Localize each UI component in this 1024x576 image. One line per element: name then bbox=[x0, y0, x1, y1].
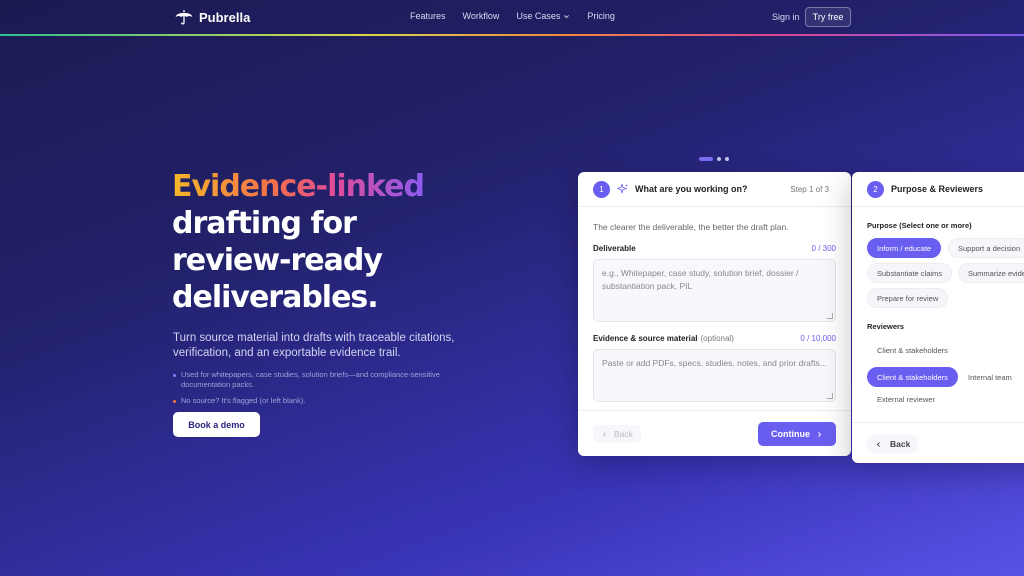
chevron-down-icon bbox=[564, 14, 570, 18]
carousel-dot[interactable] bbox=[717, 157, 721, 161]
bullet-dot bbox=[173, 400, 176, 403]
reviewer-chip-client-selected[interactable]: Client & stakeholders bbox=[867, 367, 958, 387]
back-button[interactable]: Back bbox=[867, 435, 919, 453]
nav-link-features[interactable]: Features bbox=[410, 11, 446, 21]
evidence-label: Evidence & source material (optional) bbox=[593, 334, 734, 343]
nav-links: Features Workflow Use Cases Pricing bbox=[410, 11, 615, 21]
brand-name: Pubrella bbox=[199, 9, 251, 25]
try-free-button[interactable]: Try free bbox=[805, 7, 851, 27]
back-label: Back bbox=[890, 439, 911, 449]
evidence-optional-tag: (optional) bbox=[700, 334, 734, 343]
reviewers-label: Reviewers bbox=[867, 322, 905, 331]
nav-link-workflow[interactable]: Workflow bbox=[463, 11, 500, 21]
hero-bullets: Used for whitepapers, case studies, solu… bbox=[173, 370, 473, 412]
step-1-header: 1 What are you working on? Step 1 of 3 bbox=[578, 172, 851, 207]
top-nav: Pubrella Features Workflow Use Cases Pri… bbox=[0, 0, 1024, 34]
bullet-item: Used for whitepapers, case studies, solu… bbox=[173, 370, 473, 390]
carousel-dot-active[interactable] bbox=[699, 157, 713, 161]
step-number-badge: 1 bbox=[593, 180, 610, 198]
nav-link-pricing[interactable]: Pricing bbox=[587, 11, 615, 21]
carousel-indicator bbox=[699, 157, 729, 161]
carousel-dot[interactable] bbox=[725, 157, 729, 161]
deliverable-placeholder: e.g., Whitepaper, case study, solution b… bbox=[602, 268, 799, 291]
bullet-item: No source? It's flagged (or left blank). bbox=[173, 396, 473, 406]
chevron-left-icon bbox=[876, 441, 880, 447]
purpose-chip-inform[interactable]: Inform / educate bbox=[867, 238, 942, 258]
evidence-label-text: Evidence & source material bbox=[593, 334, 698, 343]
umbrella-icon bbox=[175, 10, 193, 25]
reviewer-chip-client[interactable]: Client & stakeholders bbox=[867, 340, 958, 360]
hero-title-line: deliverables. bbox=[172, 280, 379, 315]
purpose-chip-prepare-review[interactable]: Prepare for review bbox=[867, 288, 949, 308]
sparkle-icon bbox=[617, 183, 628, 194]
brand-logo[interactable]: Pubrella bbox=[173, 6, 250, 28]
step-1-title: What are you working on? bbox=[635, 184, 748, 194]
purpose-chip-support-decision[interactable]: Support a decision bbox=[948, 238, 1024, 258]
hero-title-line: drafting for bbox=[172, 206, 357, 241]
bullet-text: No source? It's flagged (or left blank). bbox=[181, 396, 306, 405]
back-button-disabled: Back bbox=[593, 425, 641, 443]
purpose-chip-summarize[interactable]: Summarize evidence bbox=[958, 263, 1024, 283]
continue-label: Continue bbox=[771, 429, 810, 439]
continue-button[interactable]: Continue bbox=[758, 422, 836, 446]
step-2-card: 2 Purpose & Reviewers Purpose (Select on… bbox=[852, 172, 1024, 463]
chevron-left-icon bbox=[602, 431, 606, 437]
evidence-placeholder: Paste or add PDFs, specs, studies, notes… bbox=[602, 358, 827, 368]
book-demo-button[interactable]: Book a demo bbox=[173, 412, 260, 437]
bullet-dot bbox=[173, 374, 176, 377]
step-1-footer: Back Continue bbox=[578, 410, 851, 456]
nav-link-use-cases[interactable]: Use Cases bbox=[516, 11, 570, 21]
sign-in-link[interactable]: Sign in bbox=[772, 12, 800, 22]
back-label: Back bbox=[614, 429, 633, 439]
step-progress-label: Step 1 of 3 bbox=[790, 185, 829, 194]
evidence-textarea[interactable]: Paste or add PDFs, specs, studies, notes… bbox=[593, 349, 836, 402]
deliverable-char-count: 0 / 300 bbox=[811, 244, 836, 253]
step-number-badge: 2 bbox=[867, 180, 884, 198]
bullet-text: Used for whitepapers, case studies, solu… bbox=[181, 370, 440, 389]
step-1-card: 1 What are you working on? Step 1 of 3 T… bbox=[578, 172, 851, 456]
chevron-right-icon bbox=[818, 431, 822, 437]
deliverable-textarea[interactable]: e.g., Whitepaper, case study, solution b… bbox=[593, 259, 836, 322]
purpose-label: Purpose (Select one or more) bbox=[867, 221, 972, 230]
step-2-header: 2 Purpose & Reviewers bbox=[852, 172, 1024, 207]
reviewer-chip-external[interactable]: External reviewer bbox=[867, 389, 945, 409]
hero-subtitle: Turn source material into drafts with tr… bbox=[173, 332, 455, 359]
hero-title-highlight: Evidence-linked bbox=[172, 169, 425, 204]
hero-title: Evidence-linked drafting for review-read… bbox=[172, 168, 425, 316]
step-1-intro: The clearer the deliverable, the better … bbox=[593, 222, 789, 232]
nav-gradient-divider bbox=[0, 34, 1024, 36]
evidence-char-count: 0 / 10,000 bbox=[800, 334, 836, 343]
step-2-title: Purpose & Reviewers bbox=[891, 184, 984, 194]
hero-title-line: review-ready bbox=[172, 243, 383, 278]
step-2-footer: Back bbox=[852, 422, 1024, 463]
purpose-chip-substantiate[interactable]: Substantiate claims bbox=[867, 263, 953, 283]
reviewer-chip-internal[interactable]: Internal team bbox=[958, 367, 1022, 387]
deliverable-label: Deliverable bbox=[593, 244, 636, 253]
nav-link-use-cases-label: Use Cases bbox=[516, 11, 561, 21]
